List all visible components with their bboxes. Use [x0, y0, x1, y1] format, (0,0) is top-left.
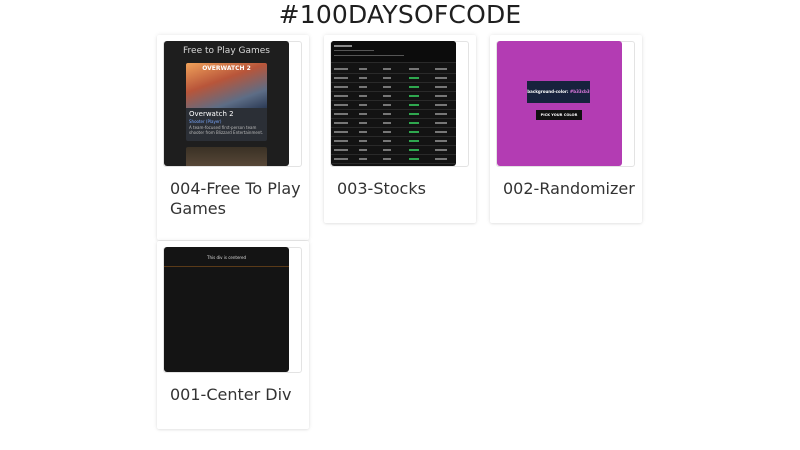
project-title[interactable]: 001-Center Div — [170, 385, 305, 405]
table-cell — [334, 95, 348, 97]
table-cell — [359, 104, 367, 106]
project-title[interactable]: 004-Free To Play Games — [170, 179, 305, 219]
game-card: OVERWATCH 2 Overwatch 2 Shooter (Player)… — [186, 63, 267, 141]
table-cell — [409, 113, 419, 115]
project-card-center-div[interactable]: This div is centered 001-Center Div — [157, 241, 309, 429]
table-cell — [409, 104, 419, 106]
table-row — [331, 91, 456, 92]
table-cell — [383, 77, 391, 79]
table-cell — [359, 68, 367, 70]
table-cell — [383, 104, 391, 106]
table-row — [331, 118, 456, 119]
table-cell — [359, 86, 367, 88]
color-display: background-color: #b33cb3 — [527, 81, 590, 103]
table-cell — [334, 104, 348, 106]
table-cell — [334, 140, 348, 142]
table-cell — [409, 158, 419, 160]
table-cell — [334, 158, 348, 160]
table-cell — [409, 68, 419, 70]
table-cell — [359, 158, 367, 160]
thumb-heading: Free to Play Games — [183, 46, 270, 56]
table-cell — [359, 140, 367, 142]
table-row — [331, 154, 456, 155]
project-thumbnail[interactable] — [331, 41, 456, 166]
table-cell — [383, 131, 391, 133]
project-thumbnail[interactable]: Free to Play Games OVERWATCH 2 Overwatch… — [164, 41, 289, 166]
project-card-stocks[interactable]: 003-Stocks — [324, 35, 476, 223]
table-cell — [334, 122, 348, 124]
table-cell — [334, 113, 348, 115]
table-cell — [383, 158, 391, 160]
color-hex: #b33cb3 — [569, 89, 590, 94]
table-cell — [435, 122, 447, 124]
table-cell — [383, 149, 391, 151]
table-cell — [435, 140, 447, 142]
table-cell — [409, 149, 419, 151]
table-cell — [409, 95, 419, 97]
game-genre: Shooter (Player) — [189, 119, 222, 124]
project-title[interactable]: 002-Randomizer — [503, 179, 638, 199]
table-cell — [383, 68, 391, 70]
table-cell — [383, 86, 391, 88]
table-cell — [409, 131, 419, 133]
game-name: Overwatch 2 — [189, 110, 234, 118]
table-cell — [334, 149, 348, 151]
table-row — [331, 100, 456, 101]
table-cell — [359, 95, 367, 97]
table-cell — [359, 113, 367, 115]
project-thumbnail[interactable]: This div is centered — [164, 247, 289, 372]
table-cell — [435, 113, 447, 115]
table-cell — [359, 77, 367, 79]
table-row — [331, 136, 456, 137]
divider — [164, 266, 289, 267]
project-thumbnail[interactable]: background-color: #b33cb3 PICK YOUR COLO… — [497, 41, 622, 166]
table-cell — [334, 86, 348, 88]
table-cell — [409, 86, 419, 88]
table-row — [331, 163, 456, 164]
table-row — [331, 145, 456, 146]
page-title: #100DAYSOFCODE — [278, 0, 522, 29]
table-cell — [409, 140, 419, 142]
table-cell — [383, 140, 391, 142]
table-cell — [334, 68, 348, 70]
table-cell — [435, 104, 447, 106]
table-cell — [435, 68, 447, 70]
pick-color-button: PICK YOUR COLOR — [536, 110, 582, 120]
table-cell — [435, 77, 447, 79]
centered-text: This div is centered — [207, 255, 246, 260]
table-cell — [334, 131, 348, 133]
table-cell — [359, 122, 367, 124]
table-cell — [383, 113, 391, 115]
stocks-header — [331, 41, 456, 63]
project-card-randomizer[interactable]: background-color: #b33cb3 PICK YOUR COLO… — [490, 35, 642, 223]
table-cell — [409, 122, 419, 124]
project-card-free-to-play-games[interactable]: Free to Play Games OVERWATCH 2 Overwatch… — [157, 35, 309, 240]
table-cell — [383, 95, 391, 97]
table-cell — [359, 131, 367, 133]
table-row — [331, 82, 456, 83]
table-cell — [359, 149, 367, 151]
table-cell — [435, 158, 447, 160]
table-cell — [435, 149, 447, 151]
table-cell — [435, 86, 447, 88]
table-row — [331, 127, 456, 128]
table-cell — [435, 95, 447, 97]
table-cell — [334, 77, 348, 79]
table-cell — [409, 77, 419, 79]
table-cell — [435, 131, 447, 133]
table-row — [331, 109, 456, 110]
game-description: A team-focused first-person team shooter… — [189, 125, 264, 135]
project-title[interactable]: 003-Stocks — [337, 179, 472, 199]
color-label: background-color: — [527, 89, 569, 94]
game-artwork-next — [186, 147, 267, 166]
table-cell — [383, 122, 391, 124]
table-row — [331, 73, 456, 74]
game-logo: OVERWATCH 2 — [202, 65, 251, 72]
